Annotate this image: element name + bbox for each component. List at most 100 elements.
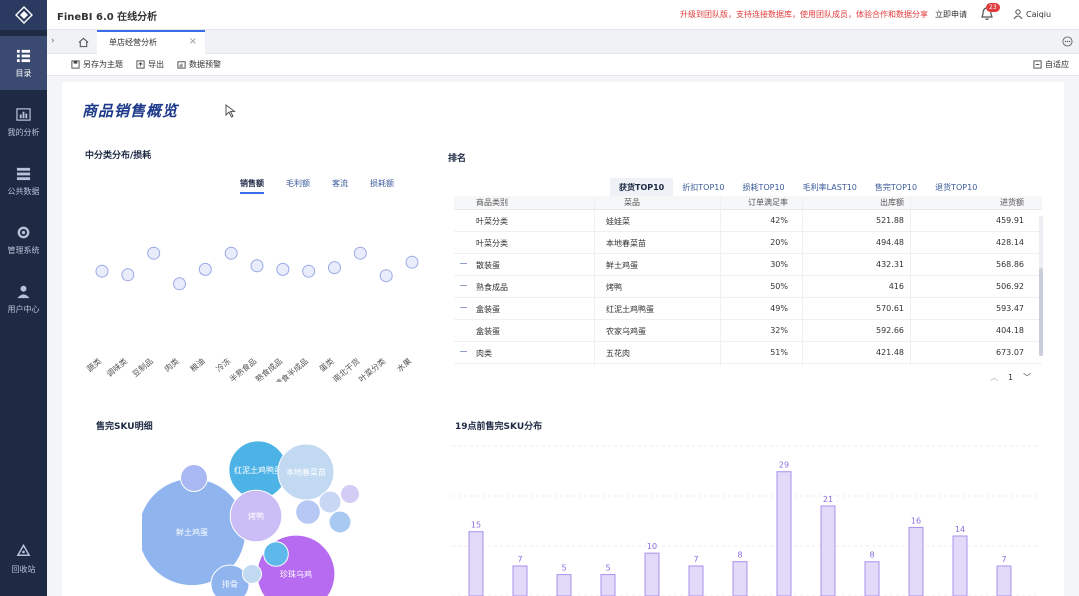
- bar[interactable]: [468, 531, 484, 596]
- tool-label: 另存为主题: [83, 60, 123, 69]
- tab-loss[interactable]: 损耗额: [370, 178, 394, 194]
- auto-fit-button[interactable]: 自适应: [1033, 59, 1069, 70]
- tab-home[interactable]: [69, 30, 97, 54]
- user-menu[interactable]: Caiqiu: [1013, 9, 1051, 19]
- scatter-point[interactable]: [121, 268, 135, 282]
- save-icon: [71, 60, 80, 69]
- bar[interactable]: [644, 552, 660, 596]
- scatter-point[interactable]: [276, 262, 290, 276]
- bubble[interactable]: [328, 510, 352, 534]
- section-title-sku-distribution: 19点前售完SKU分布: [455, 422, 543, 432]
- tab-rank-5[interactable]: 退货TOP10: [926, 178, 986, 197]
- sidebar-item-management[interactable]: 管理系统: [0, 213, 47, 267]
- bar-value-label: 8: [869, 551, 874, 560]
- table-row[interactable]: 叶菜分类 娃娃菜 42% 521.88 459.91: [454, 210, 1042, 232]
- sidebar-item-user-center[interactable]: 用户中心: [0, 272, 47, 326]
- page-next-icon[interactable]: ﹀: [1023, 372, 1031, 383]
- bubble[interactable]: [318, 490, 342, 514]
- page-number[interactable]: 1: [1008, 373, 1013, 382]
- bar-value-label: 29: [779, 461, 789, 470]
- export-button[interactable]: 导出: [136, 59, 164, 70]
- bar[interactable]: [732, 561, 748, 596]
- bubble[interactable]: [180, 464, 208, 492]
- bar[interactable]: [820, 505, 836, 596]
- bubble[interactable]: [241, 563, 263, 585]
- scatter-point[interactable]: [198, 262, 212, 276]
- table-row[interactable]: 叶菜分类 本地春菜苗 20% 494.48 428.14: [454, 232, 1042, 254]
- bar[interactable]: [864, 561, 880, 596]
- header-outbound[interactable]: 出库额: [844, 197, 904, 208]
- bar[interactable]: [776, 471, 792, 596]
- cell-item: 娃娃菜: [606, 217, 630, 226]
- cell-category: 肉类: [476, 349, 492, 358]
- bubble[interactable]: [263, 541, 289, 567]
- bubble-label: 本地春菜苗: [286, 467, 326, 477]
- bar[interactable]: [952, 535, 968, 596]
- logo-icon: [14, 6, 33, 24]
- header-inbound[interactable]: 进货额: [964, 197, 1024, 208]
- table-row[interactable]: 散装蛋 鲜土鸡蛋 30% 432.31 568.86: [454, 254, 1042, 276]
- user-icon: [1013, 9, 1023, 19]
- table-header: 商品类别 菜品 订单满足率 出库额 进货额: [454, 196, 1042, 210]
- header-fill-rate[interactable]: 订单满足率: [716, 197, 788, 208]
- scatter-point[interactable]: [353, 246, 367, 260]
- scatter-point[interactable]: [405, 255, 419, 269]
- tab-rank-1[interactable]: 折扣TOP10: [673, 178, 733, 197]
- bar[interactable]: [600, 574, 616, 596]
- apply-link[interactable]: 立即申请: [935, 9, 967, 20]
- scatter-point[interactable]: [250, 259, 264, 273]
- close-icon[interactable]: ×: [189, 36, 197, 47]
- page-prev-icon[interactable]: ︿: [990, 372, 998, 383]
- scatter-point[interactable]: [173, 277, 186, 291]
- bar[interactable]: [908, 526, 924, 596]
- scatter-point[interactable]: [302, 264, 316, 278]
- collapse-icon[interactable]: [460, 307, 467, 308]
- header-category[interactable]: 商品类别: [476, 197, 508, 208]
- table-row[interactable]: 盒装蛋 红泥土鸡鸭蛋 49% 570.61 593.47: [454, 298, 1042, 320]
- tab-rank-2[interactable]: 损耗TOP10: [733, 178, 793, 197]
- cell-item: 烤鸭: [606, 283, 622, 292]
- scatter-point[interactable]: [328, 261, 341, 275]
- tab-rank-0[interactable]: 获货TOP10: [610, 178, 674, 197]
- collapse-icon[interactable]: [460, 285, 467, 286]
- scatter-point[interactable]: [224, 246, 238, 260]
- header-item[interactable]: 菜品: [624, 197, 640, 208]
- tab-gross-profit[interactable]: 毛利额: [286, 178, 310, 194]
- tab-store-analysis[interactable]: 单店经营分析 ×: [97, 30, 205, 54]
- cell-fill-rate: 42%: [770, 216, 788, 225]
- upgrade-promo[interactable]: 升级到团队版，支持连接数据库，使用团队成员，体验合作和数据分享: [680, 9, 928, 20]
- tab-rank-3[interactable]: 毛利率LAST10: [794, 178, 866, 197]
- bubble[interactable]: [339, 483, 361, 505]
- table-scrollbar-thumb[interactable]: [1039, 268, 1043, 356]
- table-row[interactable]: 熟食成品 烤鸭 50% 416 506.92: [454, 276, 1042, 298]
- scatter-point[interactable]: [379, 269, 393, 283]
- bar[interactable]: [512, 565, 528, 596]
- table-row[interactable]: 肉类 五花肉 51% 421.48 673.07: [454, 342, 1042, 364]
- more-icon[interactable]: [1062, 36, 1073, 47]
- bar-value-label: 7: [517, 555, 522, 564]
- cell-item: 鲜土鸡蛋: [606, 261, 638, 270]
- tab-rank-4[interactable]: 售完TOP10: [866, 178, 926, 197]
- finebi-logo[interactable]: [0, 0, 47, 30]
- sidebar-item-my-analysis[interactable]: 我的分析: [0, 95, 47, 149]
- tab-traffic[interactable]: 客流: [332, 178, 348, 194]
- scatter-point[interactable]: [95, 264, 109, 278]
- cell-inbound: 428.14: [996, 238, 1024, 247]
- sidebar-item-directory[interactable]: 目录: [0, 36, 47, 90]
- sidebar-item-recycle[interactable]: 回收站: [0, 532, 47, 586]
- tab-sales[interactable]: 销售额: [240, 178, 264, 194]
- save-as-theme-button[interactable]: 另存为主题: [71, 59, 123, 70]
- bar[interactable]: [996, 565, 1012, 596]
- collapse-icon[interactable]: [460, 263, 467, 264]
- collapse-icon[interactable]: [460, 351, 467, 352]
- user-center-icon: [17, 285, 30, 298]
- scatter-x-label: 水果: [395, 356, 414, 374]
- chevron-right-icon[interactable]: ›: [51, 36, 55, 46]
- table-row[interactable]: 盒装蛋 农家乌鸡蛋 32% 592.66 404.18: [454, 320, 1042, 342]
- data-alert-button[interactable]: 数据预警: [177, 59, 221, 70]
- bar[interactable]: [688, 565, 704, 596]
- sidebar-item-public-data[interactable]: 公共数据: [0, 154, 47, 208]
- bubble[interactable]: [295, 499, 321, 525]
- bar[interactable]: [556, 574, 572, 596]
- scatter-point[interactable]: [147, 246, 161, 260]
